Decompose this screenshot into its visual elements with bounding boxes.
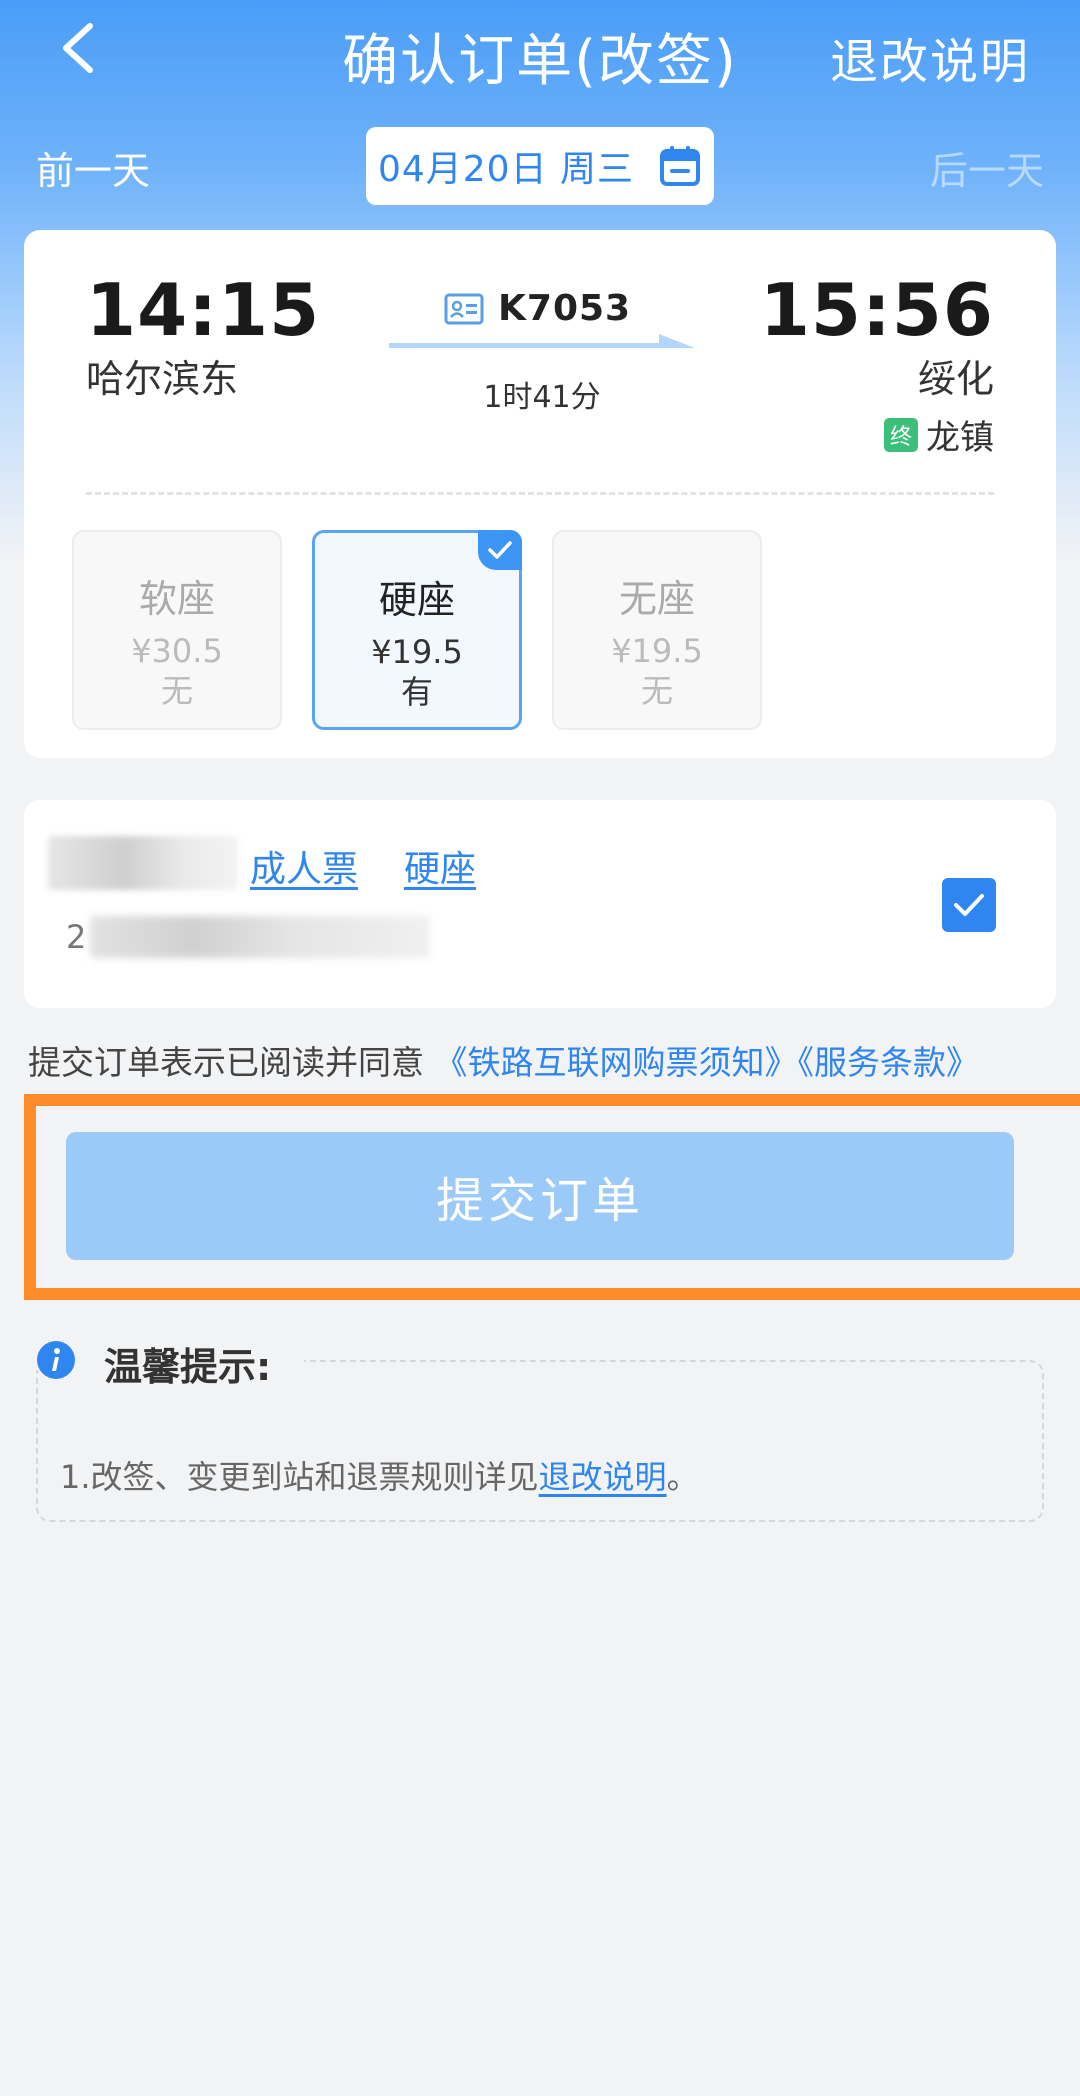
seat-name: 软座 xyxy=(138,577,215,621)
seat-option-soft[interactable]: 软座 ¥30.5 无 xyxy=(72,530,282,730)
info-icon xyxy=(37,1341,75,1379)
seat-price: ¥30.5 xyxy=(131,632,223,670)
passenger-name-redacted xyxy=(48,836,238,890)
ticket-type-link[interactable]: 成人票 xyxy=(250,840,358,892)
passenger-id-prefix: 2 xyxy=(66,918,87,956)
id-card-icon xyxy=(444,293,484,324)
train-info-card: 14:15 哈尔滨东 K7053 1时41分 15:56 绥化 终 龙镇 软座 … xyxy=(24,230,1056,758)
departure-station: 哈尔滨东 xyxy=(86,357,239,401)
train-number: K7053 xyxy=(498,288,632,329)
passenger-id-redacted xyxy=(90,916,430,958)
date-label: 04月20日 周三 xyxy=(377,149,635,190)
tips-title: 温馨提示: xyxy=(104,1345,272,1389)
tip-line: 1.改签、变更到站和退票规则详见退改说明。 xyxy=(60,1452,699,1498)
passenger-card: 2 成人票 硬座 xyxy=(24,800,1056,1008)
terminal-station-row: 终 龙镇 xyxy=(884,410,994,459)
app-header: 确认订单(改签) 退改说明 xyxy=(0,0,1080,105)
next-day-button[interactable]: 后一天 xyxy=(930,140,1044,195)
train-number-row[interactable]: K7053 xyxy=(444,288,631,329)
seat-name: 无座 xyxy=(618,577,695,621)
passenger-checkbox[interactable] xyxy=(942,878,996,932)
divider xyxy=(86,492,994,495)
date-picker[interactable]: 04月20日 周三 xyxy=(366,127,714,205)
check-icon xyxy=(954,894,984,916)
submit-order-button[interactable]: 提交订单 xyxy=(66,1132,1014,1260)
direction-arrow-icon xyxy=(389,334,695,348)
tip-text: 1.改签、变更到站和退票规则详见 xyxy=(60,1458,539,1496)
terminal-badge: 终 xyxy=(884,417,918,452)
seat-price: ¥19.5 xyxy=(611,632,703,670)
trip-duration: 1时41分 xyxy=(483,380,601,415)
seat-availability: 无 xyxy=(160,672,193,710)
arrival-station: 绥化 xyxy=(917,357,994,401)
tip-rules-link[interactable]: 退改说明 xyxy=(539,1458,667,1496)
agreement-text: 提交订单表示已阅读并同意 《铁路互联网购票须知》《服务条款》 xyxy=(28,1036,979,1084)
tip-suffix: 。 xyxy=(666,1458,699,1496)
seat-availability: 无 xyxy=(640,672,673,710)
seat-option-standing[interactable]: 无座 ¥19.5 无 xyxy=(552,530,762,730)
terminal-station: 龙镇 xyxy=(926,418,994,458)
agreement-prefix: 提交订单表示已阅读并同意 xyxy=(28,1043,424,1082)
arrival-time: 15:56 xyxy=(759,268,994,352)
calendar-icon xyxy=(660,146,701,186)
refund-rules-link[interactable]: 退改说明 xyxy=(830,22,1030,92)
seat-type-link[interactable]: 硬座 xyxy=(404,840,476,892)
seat-price: ¥19.5 xyxy=(371,633,463,671)
seat-option-hard[interactable]: 硬座 ¥19.5 有 xyxy=(312,530,522,730)
selected-check-icon xyxy=(478,530,522,570)
seat-availability: 有 xyxy=(400,673,433,711)
purchase-notice-link[interactable]: 《铁路互联网购票须知》 xyxy=(435,1043,798,1082)
prev-day-button[interactable]: 前一天 xyxy=(36,140,150,195)
departure-time: 14:15 xyxy=(86,268,321,352)
terms-of-service-link[interactable]: 《服务条款》 xyxy=(798,1043,980,1082)
seat-name: 硬座 xyxy=(378,578,455,622)
